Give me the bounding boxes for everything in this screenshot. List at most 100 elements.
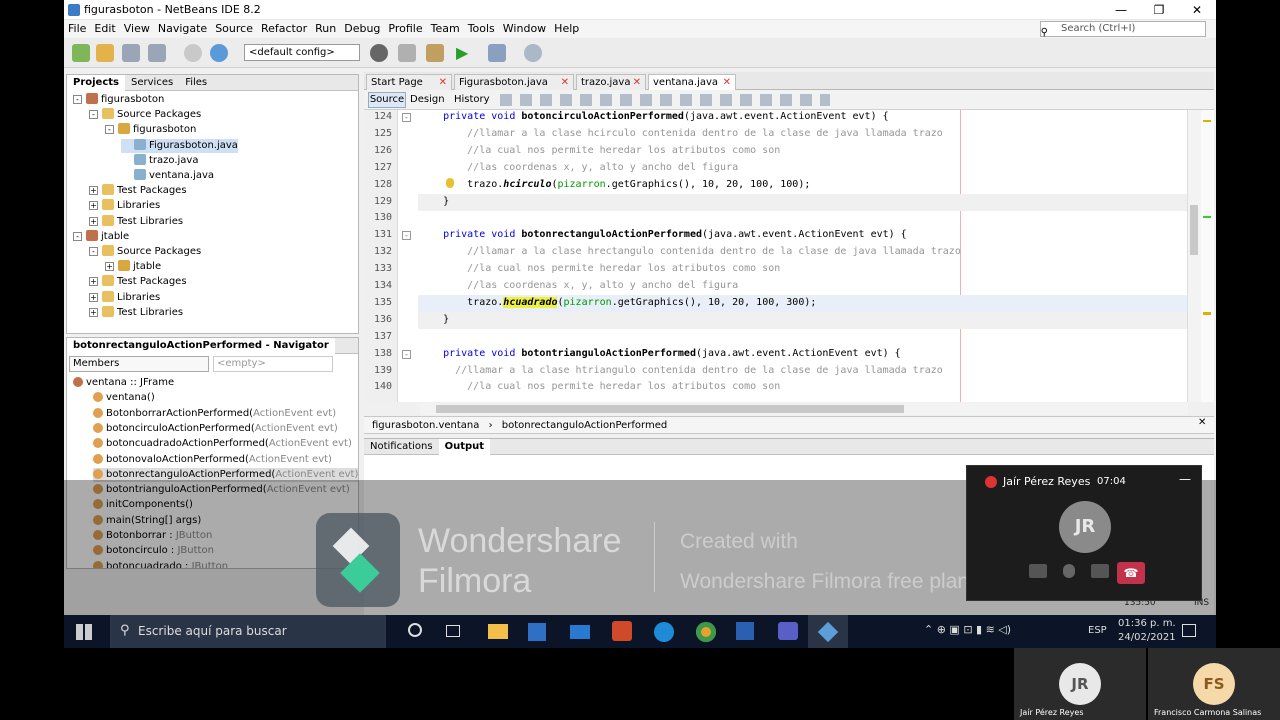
menu-view[interactable]: View [120,20,154,38]
tree-item[interactable]: - figurasboton [73,93,164,107]
language-indicator[interactable]: ESP [1088,625,1107,636]
vertical-scrollbar[interactable] [1187,110,1201,402]
code-line[interactable]: private void botonrectanguloActionPerfor… [419,229,907,240]
tab-projects[interactable]: Projects [67,75,126,91]
editor-actions-icon[interactable] [500,94,830,106]
debug-icon[interactable] [488,44,506,62]
run-icon[interactable]: ▶ [456,43,468,62]
clock-date[interactable]: 24/02/2021 [1118,632,1176,643]
tree-item[interactable]: trazo.java [121,153,198,168]
tab-editor-file[interactable]: ventana.java ✕ [648,74,736,90]
hscroll-thumb[interactable] [436,405,904,413]
menu-refactor[interactable]: Refactor [257,20,311,38]
expand-toggle-icon[interactable]: - [73,95,82,104]
navigator-item[interactable]: BotonborrarActionPerformed(ActionEvent e… [93,407,336,421]
design-button[interactable]: Design [410,92,445,108]
menu-edit[interactable]: Edit [90,20,119,38]
code-line[interactable]: //la cual nos permite heredar los atribu… [419,145,780,156]
microphone-icon[interactable] [1063,564,1075,578]
open-project-icon[interactable] [122,44,140,62]
share-screen-icon[interactable] [1091,564,1109,578]
tree-item[interactable]: Figurasboton.java [121,138,238,153]
breadcrumb-class[interactable]: figurasboton.ventana [372,420,479,431]
system-tray-icon[interactable]: ⌃ ⊕ ▣ ⊡ ▮ ≋ ◁) [924,623,1011,636]
code-line[interactable]: trazo.hcirculo(pizarron.getGraphics(), 1… [419,179,810,190]
hang-up-button[interactable]: ☎ [1117,562,1145,584]
tree-item[interactable]: + Test Libraries [89,214,183,229]
undo-icon[interactable] [184,44,202,62]
menu-profile[interactable]: Profile [384,20,426,38]
hint-bulb-icon[interactable] [446,178,454,188]
close-icon[interactable]: ✕ [633,75,641,90]
fold-toggle-icon[interactable]: - [402,349,411,359]
menu-run[interactable]: Run [311,20,340,38]
code-line[interactable]: //llamar a la clase hrectangulo contenid… [419,246,961,257]
tab-notifications[interactable]: Notifications [364,439,439,455]
code-line[interactable]: } [419,196,449,207]
tree-item[interactable]: + Libraries [89,290,160,305]
close-icon[interactable]: ✕ [723,75,731,90]
profile-icon[interactable] [524,44,542,62]
tree-item[interactable]: - jtable [73,229,129,244]
expand-toggle-icon[interactable]: - [89,247,98,256]
search-input[interactable]: Search (Ctrl+I) [1040,21,1206,37]
word-icon[interactable] [736,622,754,640]
code-editor[interactable]: 124 125 126 127 128 129 130 131 132 133 134 135 136 1… [364,110,1187,402]
mail-icon[interactable] [570,625,590,639]
tree-item[interactable]: + Libraries [89,199,160,213]
horizontal-scrollbar[interactable] [420,403,1188,415]
menu-source[interactable]: Source [211,20,257,38]
maximize-button[interactable]: ❐ [1140,0,1178,20]
tree-item[interactable]: - Source Packages [89,108,201,122]
expand-toggle-icon[interactable]: + [89,307,98,317]
expand-toggle-icon[interactable]: + [89,186,98,196]
tree-item[interactable]: + Test Packages [89,184,187,198]
code-line[interactable]: } [419,314,449,325]
hammer-icon[interactable] [398,44,416,62]
code-line[interactable]: private void botontrianguloActionPerform… [419,348,901,359]
fold-toggle-icon[interactable]: - [402,113,411,122]
teams-icon[interactable] [778,622,798,640]
expand-toggle-icon[interactable]: + [105,262,114,272]
tab-editor-file[interactable]: Figurasboton.java ✕ [454,74,574,90]
office-icon[interactable] [612,621,632,641]
filter-select[interactable]: <empty> [213,356,333,372]
expand-toggle-icon[interactable]: + [89,292,98,302]
tab-editor-file[interactable]: Start Page ✕ [366,74,452,90]
close-icon[interactable]: ✕ [561,75,569,90]
redo-icon[interactable] [210,44,228,62]
edge-icon[interactable] [654,622,674,642]
file-explorer-icon[interactable] [488,624,508,639]
navigator-title[interactable]: botonrectanguloActionPerformed - Navigat… [67,338,335,354]
code-line[interactable]: trazo.hcuadrado(pizarron.getGraphics(), … [419,296,816,308]
globe-icon[interactable] [370,44,388,62]
minimize-call-icon[interactable]: — [1179,472,1191,486]
menu-window[interactable]: Window [499,20,550,38]
navigator-item[interactable]: botoncirculoActionPerformed(ActionEvent … [93,422,338,436]
navigator-item[interactable]: ventana :: JFrame [73,376,174,390]
fold-toggle-icon[interactable]: - [402,231,411,241]
expand-toggle-icon[interactable]: + [89,201,98,211]
store-icon[interactable] [528,623,546,641]
clock-time[interactable]: 01:36 p. m. [1118,618,1176,629]
notifications-icon[interactable] [1182,624,1196,637]
new-file-icon[interactable] [72,44,90,62]
menu-tools[interactable]: Tools [464,20,499,38]
taskbar-search[interactable]: Escribe aquí para buscar [110,615,386,648]
menu-navigate[interactable]: Navigate [154,20,211,38]
navigator-item[interactable]: botoncuadradoActionPerformed(ActionEvent… [93,437,352,451]
expand-toggle-icon[interactable]: + [89,216,98,226]
new-project-icon[interactable] [96,44,114,62]
clean-build-icon[interactable] [426,44,444,62]
close-icon[interactable]: ✕ [439,75,447,90]
menu-debug[interactable]: Debug [340,20,384,38]
chrome-icon[interactable] [696,622,716,642]
close-icon[interactable]: ✕ [1198,417,1206,428]
tree-item[interactable]: + Test Packages [89,275,187,289]
members-select[interactable]: Members [69,356,209,372]
code-line[interactable]: //la cual nos permite heredar los atribu… [419,381,780,392]
minimize-button[interactable]: — [1102,0,1140,20]
tree-item[interactable]: + jtable [105,260,161,274]
tree-item[interactable]: - Source Packages [89,245,201,259]
menu-file[interactable]: File [64,20,90,38]
